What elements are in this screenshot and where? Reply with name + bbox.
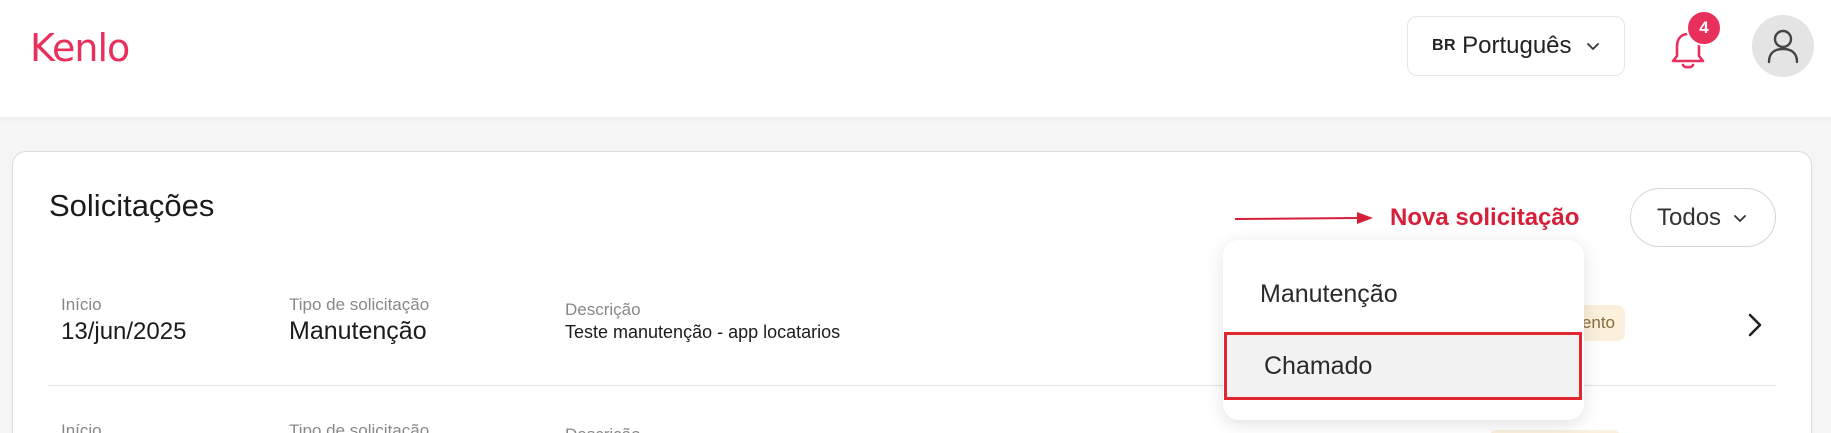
description-label: Descrição (565, 425, 641, 433)
start-date: 13/jun/2025 (61, 318, 187, 345)
description-label: Descrição (565, 300, 641, 319)
filter-selected-value: Todos (1657, 203, 1722, 231)
page: Kenlo BR Português 4 Solicitações Nova s… (0, 0, 1831, 433)
chevron-down-icon (1734, 214, 1746, 222)
chevron-down-icon (1586, 43, 1599, 50)
type-label: Tipo de solicitação (289, 295, 430, 314)
language-code: BR (1432, 37, 1457, 54)
notification-count-badge: 4 (1686, 10, 1722, 46)
top-header: Kenlo BR Português 4 (0, 0, 1831, 117)
language-label: Português (1462, 32, 1572, 59)
menu-item-chamado[interactable]: Chamado (1224, 332, 1582, 400)
user-icon (1767, 29, 1799, 64)
page-title: Solicitações (49, 188, 215, 223)
new-request-menu: Manutenção Chamado (1223, 240, 1584, 420)
request-description: Teste manutenção - app locatarios (565, 322, 841, 342)
chevron-right-icon[interactable] (1745, 310, 1765, 340)
menu-item-manutencao[interactable]: Manutenção (1223, 260, 1584, 328)
start-label: Início (61, 295, 102, 314)
language-selector[interactable]: BR Português (1407, 16, 1625, 76)
request-type: Manutenção (289, 317, 427, 345)
status-filter-select[interactable]: Todos (1630, 188, 1776, 247)
kenlo-logo[interactable]: Kenlo (30, 26, 130, 70)
arrow-right-icon (1235, 212, 1373, 224)
type-label: Tipo de solicitação (289, 421, 430, 433)
new-request-button[interactable]: Nova solicitação (1390, 204, 1579, 232)
user-avatar-button[interactable] (1752, 15, 1814, 77)
start-label: Início (61, 421, 102, 433)
